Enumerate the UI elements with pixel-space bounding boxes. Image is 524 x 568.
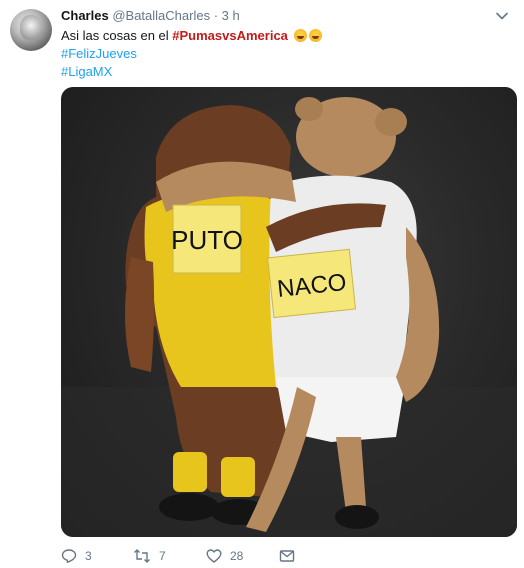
tweet-text: Asi las cosas en el #PumasvsAmerica #Fel… [61,27,501,81]
mascots-illustration: PUTO NACO [61,97,517,537]
tweet-card: Charles @BatallaCharles · 3 h Asi las co… [0,0,524,568]
reply-icon [61,549,77,563]
timestamp[interactable]: 3 h [222,8,240,23]
hashtag-ligamx[interactable]: #LigaMX [61,64,112,79]
hashtag-pumasvsamerica[interactable]: #PumasvsAmerica [172,28,288,43]
separator-dot: · [213,8,219,23]
laugh-emoji [308,29,322,42]
tweet-text-prefix: Asi las cosas en el [61,28,173,43]
tweet-actions: 3 7 28 [61,546,521,566]
retweet-button[interactable]: 7 [133,546,166,566]
message-icon [279,550,295,562]
tweet-line-1: Asi las cosas en el #PumasvsAmerica [61,27,501,45]
author-handle[interactable]: @BatallaCharles [112,8,210,23]
sign-left-text: PUTO [171,225,243,255]
laugh-emoji [293,29,307,42]
message-button[interactable] [279,546,303,566]
tweet-line-2: #FelizJueves [61,45,501,63]
retweet-count: 7 [159,549,166,563]
sign-left: PUTO [171,204,243,274]
avatar-face [20,15,42,41]
sign-right: NACO [267,248,357,319]
tweet-line-3: #LigaMX [61,63,501,81]
retweet-icon [134,549,150,563]
like-icon [206,549,222,563]
tweet-photo[interactable]: PUTO NACO [61,87,517,537]
like-count: 28 [230,549,244,563]
avatar[interactable] [10,9,52,51]
reply-button[interactable]: 3 [61,546,92,566]
like-button[interactable]: 28 [206,546,243,566]
hashtag-felizjueves[interactable]: #FelizJueves [61,46,137,61]
tweet-header: Charles @BatallaCharles · 3 h [61,8,240,24]
reply-count: 3 [85,549,92,563]
author-name[interactable]: Charles [61,8,109,23]
chevron-down-icon[interactable] [496,10,508,22]
